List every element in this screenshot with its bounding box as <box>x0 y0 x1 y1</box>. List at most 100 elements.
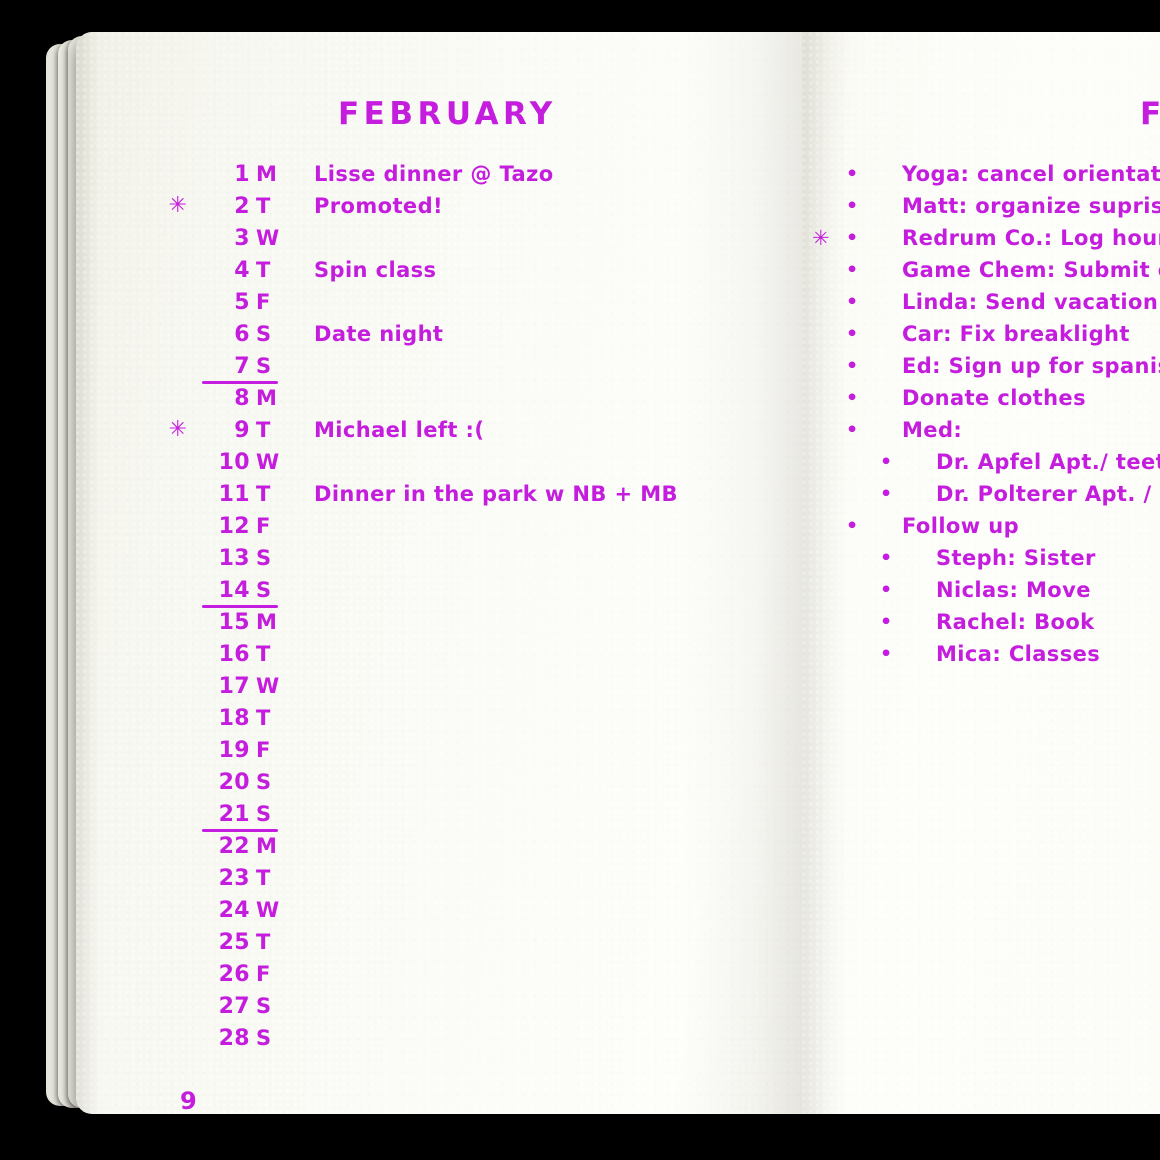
todo-text[interactable]: Matt: organize suprise party <box>902 194 1160 218</box>
day-weekday: S <box>256 354 272 378</box>
day-weekday: M <box>256 162 278 186</box>
todo-text[interactable]: Med: <box>902 418 962 442</box>
day-number: 8 <box>234 385 250 411</box>
day-row[interactable]: 28 S <box>76 1022 776 1054</box>
day-weekday: F <box>256 514 271 538</box>
day-number: 12 <box>218 513 250 539</box>
day-row[interactable]: 3W <box>76 222 776 254</box>
day-weekday: S <box>256 802 272 826</box>
todo-text[interactable]: Car: Fix breaklight <box>902 322 1130 346</box>
todo-row[interactable]: • Car: Fix breaklight <box>802 318 1160 350</box>
day-row[interactable]: 10 W <box>76 446 776 478</box>
todo-row[interactable]: • Niclas: Move <box>802 574 1160 606</box>
day-number: 24 <box>218 897 250 923</box>
todo-row[interactable]: • Dr. Apfel Apt./ teeth <box>802 446 1160 478</box>
day-row[interactable]: 1 M Lisse dinner @ Tazo <box>76 158 776 190</box>
todo-text[interactable]: Redrum Co.: Log hours <box>902 226 1160 250</box>
day-weekday: T <box>256 418 271 442</box>
day-row[interactable]: ✳ 2 T Promoted! <box>76 190 776 222</box>
day-row[interactable]: 7S <box>76 350 776 384</box>
todo-row[interactable]: • Follow up <box>802 510 1160 542</box>
todo-row[interactable]: • Steph: Sister <box>802 542 1160 574</box>
day-row[interactable]: 26 F <box>76 958 776 990</box>
bullet-icon: • <box>846 322 859 345</box>
todo-text[interactable]: Dr. Apfel Apt./ teeth <box>936 450 1160 474</box>
day-number: 15 <box>218 609 250 635</box>
todo-text[interactable]: Follow up <box>902 514 1019 538</box>
day-row[interactable]: 19 F <box>76 734 776 766</box>
todo-row[interactable]: ✳ • Redrum Co.: Log hours <box>802 222 1160 254</box>
bullet-icon: • <box>846 354 859 377</box>
day-number: 5 <box>234 289 250 315</box>
day-number: 2 <box>234 193 250 219</box>
todo-text[interactable]: Dr. Polterer Apt. / general <box>936 482 1160 506</box>
todo-row[interactable]: • Ed: Sign up for spanish class <box>802 350 1160 382</box>
day-number: 17 <box>218 673 250 699</box>
left-page-month-title: FEBRUARY <box>338 96 557 132</box>
day-row[interactable]: 4 T Spin class <box>76 254 776 286</box>
day-row[interactable]: 27 S <box>76 990 776 1022</box>
day-weekday: T <box>256 930 271 954</box>
day-number: 3 <box>234 225 250 251</box>
day-row[interactable]: 21 S <box>76 798 776 832</box>
day-event-text[interactable]: Dinner in the park w NB + MB <box>314 482 678 506</box>
day-number: 11 <box>218 481 250 507</box>
bullet-icon: • <box>880 642 893 665</box>
day-event-text[interactable]: Lisse dinner @ Tazo <box>314 162 554 186</box>
todo-row[interactable]: • Game Chem: Submit expenses <box>802 254 1160 286</box>
day-list: 1 M Lisse dinner @ Tazo ✳ 2 T Promoted! 3 W 4 T Spi… <box>76 158 776 1054</box>
day-row[interactable]: 25 T <box>76 926 776 958</box>
todo-text[interactable]: Ed: Sign up for spanish class <box>902 354 1160 378</box>
todo-row[interactable]: • Matt: organize suprise party <box>802 190 1160 222</box>
todo-text[interactable]: Niclas: Move <box>936 578 1091 602</box>
day-row[interactable]: 22 M <box>76 830 776 862</box>
todo-text[interactable]: Donate clothes <box>902 386 1086 410</box>
day-number: 22 <box>218 833 250 859</box>
day-weekday: T <box>256 642 271 666</box>
day-number: 7 <box>234 353 250 379</box>
day-row[interactable]: ✳ 9 T Michael left :( <box>76 414 776 446</box>
todo-text[interactable]: Mica: Classes <box>936 642 1100 666</box>
notebook-scene: FEBRUARY 1 M Lisse dinner @ Tazo ✳ 2 T Promote… <box>0 0 1160 1160</box>
todo-text[interactable]: Game Chem: Submit expenses <box>902 258 1160 282</box>
day-row[interactable]: 8M <box>76 382 776 414</box>
todo-text[interactable]: Steph: Sister <box>936 546 1096 570</box>
day-row[interactable]: 17 W <box>76 670 776 702</box>
day-row[interactable]: 13 S <box>76 542 776 574</box>
todo-row[interactable]: • Linda: Send vacation photos <box>802 286 1160 318</box>
bullet-icon: • <box>880 450 893 473</box>
day-row[interactable]: 14 S <box>76 574 776 608</box>
day-event-text[interactable]: Promoted! <box>314 194 443 218</box>
day-row[interactable]: 5F <box>76 286 776 318</box>
day-row[interactable]: 23 T <box>76 862 776 894</box>
day-row[interactable]: 6 S Date night <box>76 318 776 350</box>
todo-text[interactable]: Linda: Send vacation photos <box>902 290 1160 314</box>
todo-text[interactable]: Rachel: Book <box>936 610 1095 634</box>
day-number: 28 <box>218 1025 250 1051</box>
day-number: 27 <box>218 993 250 1019</box>
todo-row[interactable]: • Dr. Polterer Apt. / general <box>802 478 1160 510</box>
day-row[interactable]: 15 M <box>76 606 776 638</box>
day-weekday: T <box>256 194 271 218</box>
day-number: 10 <box>218 449 250 475</box>
day-row[interactable]: 12 F <box>76 510 776 542</box>
todo-text[interactable]: Yoga: cancel orientation <box>902 162 1160 186</box>
day-weekday: W <box>256 226 280 250</box>
todo-row[interactable]: • Mica: Classes <box>802 638 1160 670</box>
day-event-text[interactable]: Michael left :( <box>314 418 484 442</box>
day-row[interactable]: 20 S <box>76 766 776 798</box>
todo-row[interactable]: • Yoga: cancel orientation <box>802 158 1160 190</box>
day-event-text[interactable]: Date night <box>314 322 443 346</box>
todo-row[interactable]: • Med: <box>802 414 1160 446</box>
day-row[interactable]: 18 T <box>76 702 776 734</box>
day-row[interactable]: 16 T <box>76 638 776 670</box>
day-weekday: S <box>256 546 272 570</box>
day-row[interactable]: 24 W <box>76 894 776 926</box>
todo-row[interactable]: • Donate clothes <box>802 382 1160 414</box>
day-weekday: F <box>256 962 271 986</box>
todo-row[interactable]: • Rachel: Book <box>802 606 1160 638</box>
day-number: 20 <box>218 769 250 795</box>
day-row[interactable]: 11 T Dinner in the park w NB + MB <box>76 478 776 510</box>
day-weekday: T <box>256 866 271 890</box>
day-event-text[interactable]: Spin class <box>314 258 436 282</box>
